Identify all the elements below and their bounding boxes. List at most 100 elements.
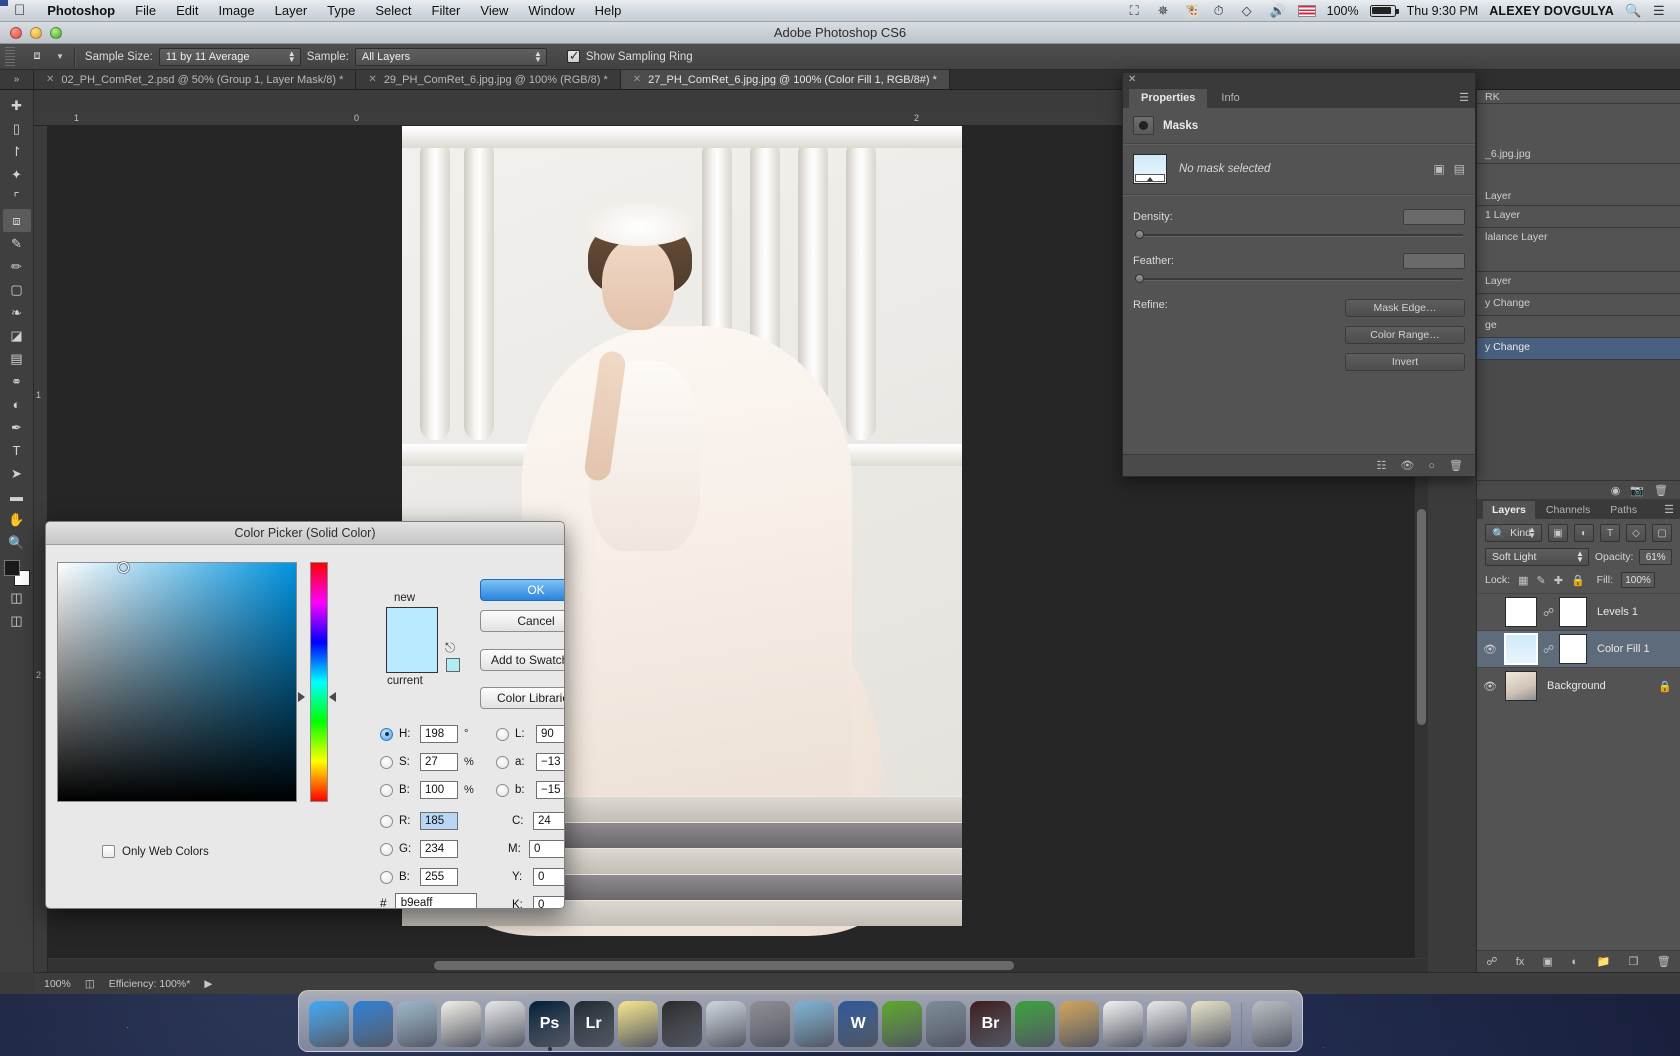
dock-item-safari[interactable]	[353, 1001, 393, 1047]
fill-value[interactable]: 100%	[1621, 572, 1655, 588]
lock-icon[interactable]: 🔒	[1658, 680, 1672, 693]
history-brush-tool[interactable]: ❧	[3, 301, 31, 324]
foreground-background-color[interactable]	[4, 560, 30, 586]
eyedropper-tool[interactable]: ⧈	[3, 209, 31, 232]
dock-item-word[interactable]: W	[838, 1001, 878, 1047]
tab-properties[interactable]: Properties	[1129, 89, 1207, 108]
saturation-radio[interactable]	[380, 756, 393, 769]
dock-item-document-blank[interactable]	[1103, 1001, 1143, 1047]
density-value-field[interactable]	[1403, 209, 1465, 225]
blend-mode-select[interactable]: Soft Light ▲▼	[1485, 548, 1589, 566]
panel-menu-icon[interactable]: ☰	[1459, 91, 1469, 104]
hex-input[interactable]: b9eaff	[395, 893, 477, 909]
path-selection-tool[interactable]: ➤	[3, 462, 31, 485]
new-color-swatch[interactable]	[387, 608, 437, 640]
layer-filter-select[interactable]: 🔍 Kind ▲▼	[1485, 524, 1542, 542]
delete-icon[interactable]: 🗑	[1654, 484, 1668, 497]
new-group-icon[interactable]: 📁	[1596, 955, 1610, 968]
hue-radio[interactable]	[380, 728, 393, 741]
web-safe-swatch[interactable]	[446, 658, 460, 672]
color-preview-swatch[interactable]	[386, 607, 438, 673]
feather-value-field[interactable]	[1403, 253, 1465, 269]
saturation-input[interactable]: 27	[420, 753, 458, 771]
color-range-button[interactable]: Color Range…	[1345, 326, 1465, 344]
close-icon[interactable]: ✕	[46, 74, 54, 85]
marquee-tool[interactable]: ▯	[3, 117, 31, 140]
layer-mask-thumb[interactable]	[1559, 597, 1587, 627]
lightness-radio[interactable]	[496, 728, 509, 741]
list-icon[interactable]: ☰	[1653, 3, 1670, 18]
battery-icon[interactable]	[1370, 5, 1396, 17]
adjustment-filter-icon[interactable]: ◐	[1574, 524, 1594, 542]
brightness-radio[interactable]	[380, 784, 393, 797]
clock[interactable]: Thu 9:30 PM	[1407, 4, 1479, 18]
feather-slider[interactable]	[1135, 274, 1463, 283]
tab-channels[interactable]: Channels	[1537, 501, 1599, 519]
menu-item-window[interactable]: Window	[518, 3, 584, 18]
ok-button[interactable]: OK	[480, 579, 565, 601]
red-input[interactable]: 185	[420, 812, 458, 830]
pen-tool[interactable]: ✒	[3, 416, 31, 439]
menu-item-file[interactable]: File	[125, 3, 166, 18]
dock-item-adobe-app[interactable]	[926, 1001, 966, 1047]
vector-mask-icon[interactable]: ▤	[1454, 162, 1465, 176]
layer-name[interactable]: Levels 1	[1597, 606, 1638, 618]
time-machine-icon[interactable]: ⏱	[1214, 3, 1231, 18]
lightness-input[interactable]: 90	[536, 725, 565, 743]
close-icon[interactable]: ✕	[368, 74, 376, 85]
dock-item-image-capture[interactable]	[794, 1001, 834, 1047]
dock-item-finder[interactable]	[309, 1001, 349, 1047]
sv-cursor[interactable]	[118, 562, 129, 573]
table-row[interactable]: 👁 ☍ Color Fill 1	[1477, 630, 1680, 667]
gradient-tool[interactable]: ▤	[3, 347, 31, 370]
lab-a-input[interactable]: −13	[536, 753, 565, 771]
dock-item-evernote[interactable]	[882, 1001, 922, 1047]
document-tab-2[interactable]: ✕ 27_PH_ComRet_6.jpg.jpg @ 100% (Color F…	[621, 70, 950, 89]
menu-item-help[interactable]: Help	[585, 3, 632, 18]
dock-item-folder-downloads[interactable]	[1059, 1001, 1099, 1047]
tab-overflow-icon[interactable]: »	[0, 70, 34, 89]
layer-name[interactable]: Background	[1547, 680, 1606, 692]
hand-tool[interactable]: ✋	[3, 508, 31, 531]
only-web-colors-toggle[interactable]: Only Web Colors	[102, 845, 209, 858]
foreground-color-swatch[interactable]	[4, 560, 20, 576]
eyedropper-icon[interactable]: ⧈	[24, 46, 50, 68]
apply-mask-icon[interactable]: 👁	[1400, 459, 1414, 472]
density-slider-knob[interactable]	[1135, 230, 1144, 239]
photo-thumb[interactable]	[1505, 671, 1537, 701]
brightness-input[interactable]: 100	[420, 781, 458, 799]
document-tab-1[interactable]: ✕ 29_PH_ComRet_6.jpg.jpg @ 100% (RGB/8) …	[356, 70, 620, 89]
lasso-tool[interactable]: ↾	[3, 140, 31, 163]
spot-healing-tool[interactable]: ✎	[3, 232, 31, 255]
menu-item-edit[interactable]: Edit	[166, 3, 208, 18]
lab-b-input[interactable]: −15	[536, 781, 565, 799]
user-name[interactable]: ALEXEY DOVGULYA	[1489, 4, 1614, 18]
us-flag-icon[interactable]	[1298, 5, 1316, 17]
eraser-tool[interactable]: ◪	[3, 324, 31, 347]
add-to-swatches-button[interactable]: Add to Swatches	[480, 649, 565, 671]
cyan-input[interactable]: 24	[533, 812, 565, 830]
quick-mask-toggle[interactable]: ◫	[3, 586, 31, 609]
layer-style-icon[interactable]: fx	[1516, 956, 1525, 968]
checkbox-icon[interactable]	[102, 845, 115, 858]
play-icon[interactable]: ▶	[204, 978, 212, 990]
crop-tool[interactable]: ⌜	[3, 186, 31, 209]
tab-info[interactable]: Info	[1209, 89, 1251, 108]
menu-item-filter[interactable]: Filter	[422, 3, 471, 18]
blue-radio[interactable]	[380, 871, 393, 884]
red-radio[interactable]	[380, 815, 393, 828]
dock-item-torrent[interactable]	[1015, 1001, 1055, 1047]
menu-item-view[interactable]: View	[470, 3, 518, 18]
new-layer-icon[interactable]: ❐	[1629, 955, 1639, 968]
levels-thumb[interactable]	[1505, 597, 1537, 627]
delete-layer-icon[interactable]: 🗑	[1657, 955, 1671, 968]
hue-marker-left[interactable]	[298, 692, 305, 702]
chevron-down-icon[interactable]: ▼	[56, 52, 64, 61]
color-libraries-button[interactable]: Color Libraries	[480, 687, 565, 709]
type-filter-icon[interactable]: T	[1600, 524, 1620, 542]
dock-item-mail[interactable]	[397, 1001, 437, 1047]
sample-size-select[interactable]: 11 by 11 Average ▲▼	[159, 48, 301, 66]
blue-input[interactable]: 255	[420, 868, 458, 886]
clone-stamp-tool[interactable]: ▢	[3, 278, 31, 301]
disable-mask-icon[interactable]: ○	[1428, 460, 1435, 472]
